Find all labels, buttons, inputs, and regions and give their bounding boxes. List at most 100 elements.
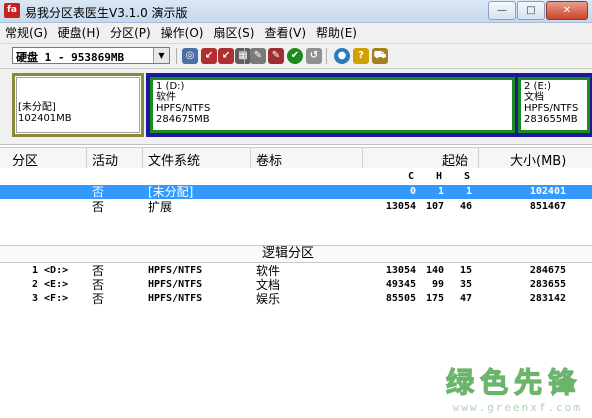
watermark-logo: 绿色先锋 [445, 365, 582, 399]
menu-disk[interactable]: 硬盘(H) [53, 23, 105, 43]
watermark: 绿色先锋 www.greenxf.com [445, 361, 582, 414]
cell-filesystem: HPFS/NTFS [148, 293, 203, 304]
cell-s: 1 [465, 186, 472, 197]
cell-h: 99 [431, 279, 444, 290]
help-icon[interactable]: ? [353, 48, 369, 64]
table-row[interactable]: 否 [未分配] 0 1 1 102401 [0, 185, 592, 199]
cell-partition: 2 <E:> [32, 279, 69, 290]
cell-s: 35 [459, 279, 472, 290]
cell-active: 否 [92, 292, 105, 306]
cell-active: 否 [92, 278, 105, 292]
app-window: fa 易我分区表医生V3.1.0 演示版 — □ ✕ 常规(G) 硬盘(H) 分… [0, 0, 592, 418]
maximize-button[interactable]: □ [517, 1, 545, 20]
chs-s-header: S [464, 171, 471, 182]
watermark-url: www.greenxf.com [452, 401, 582, 414]
map-unallocated-text: [未分配] 102401MB [18, 102, 72, 124]
app-icon: fa [4, 3, 20, 18]
map-partition-size: 283655MB [524, 114, 578, 125]
col-size[interactable]: 大小(MB) [510, 150, 566, 169]
menu-bar: 常规(G) 硬盘(H) 分区(P) 操作(O) 扇区(S) 查看(V) 帮助(E… [0, 23, 592, 44]
toolbar: 硬盘 1 - 953869MB ▼ ◎ ↙ ↙ ▦ ✎ ✎ ✔ ↺ ● ? ⛟ [0, 44, 592, 69]
window-title: 易我分区表医生V3.1.0 演示版 [25, 6, 188, 20]
close-button[interactable]: ✕ [546, 1, 588, 20]
cell-h: 175 [425, 293, 444, 304]
partition-map: [未分配] 102401MB 1 (D:) 软件 HPFS/NTFS 28467… [0, 69, 592, 145]
logical-section-title: 逻辑分区 [262, 246, 315, 261]
menu-general[interactable]: 常规(G) [0, 23, 53, 43]
cell-active: 否 [92, 185, 105, 199]
table-row[interactable]: 3 <F:> 否 HPFS/NTFS 娱乐 85505 175 47 28314… [0, 292, 592, 306]
column-divider[interactable] [478, 148, 479, 168]
window-controls: — □ ✕ [487, 1, 588, 20]
cell-size: 102401 [529, 186, 566, 197]
map-unallocated[interactable]: [未分配] 102401MB [12, 73, 144, 137]
cell-label: 娱乐 [256, 292, 281, 306]
cell-c: 85505 [385, 293, 416, 304]
title-bar[interactable]: fa 易我分区表医生V3.1.0 演示版 — □ ✕ [0, 0, 592, 23]
search-partition-icon[interactable]: ◎ [182, 48, 198, 64]
table-header: 分区 活动 文件系统 卷标 起始 大小(MB) [0, 147, 592, 169]
chevron-down-icon[interactable]: ▼ [153, 48, 169, 63]
minimize-button[interactable]: — [488, 1, 516, 20]
map-partition-size: 284675MB [156, 114, 210, 125]
col-start[interactable]: 起始 [442, 150, 468, 169]
map-unallocated-size: 102401MB [18, 113, 72, 124]
sector-icon[interactable]: ▦ [235, 48, 251, 64]
chs-c-header: C [408, 171, 415, 182]
map-partition-e[interactable]: 2 (E:) 文档 HPFS/NTFS 283655MB [518, 77, 590, 133]
menu-operation[interactable]: 操作(O) [156, 23, 209, 43]
menu-view[interactable]: 查看(V) [259, 23, 311, 43]
cell-c: 13054 [385, 265, 416, 276]
cell-size: 283655 [529, 279, 566, 290]
disk-select[interactable]: 硬盘 1 - 953869MB ▼ [12, 47, 170, 64]
col-label[interactable]: 卷标 [256, 150, 282, 169]
ok-icon[interactable]: ✔ [287, 48, 303, 64]
menu-help[interactable]: 帮助(E) [311, 23, 362, 43]
undo-icon[interactable]: ↺ [306, 48, 322, 64]
map-partition-d[interactable]: 1 (D:) 软件 HPFS/NTFS 284675MB [150, 77, 515, 133]
tool2-icon[interactable]: ✎ [268, 48, 284, 64]
col-active[interactable]: 活动 [92, 150, 118, 169]
map-partition-fs: HPFS/NTFS [524, 103, 579, 114]
col-partition[interactable]: 分区 [12, 150, 38, 169]
column-divider[interactable] [142, 148, 143, 168]
map-partition-name: 文档 [524, 92, 544, 103]
chs-header-row: C H S [0, 170, 592, 184]
map-partition-fs: HPFS/NTFS [156, 103, 211, 114]
toolbar-separator [326, 48, 327, 64]
cell-h: 1 [437, 186, 444, 197]
cell-filesystem: HPFS/NTFS [148, 279, 203, 290]
cell-label: 文档 [256, 278, 281, 292]
menu-sector[interactable]: 扇区(S) [208, 23, 259, 43]
map-partition-name: 软件 [156, 92, 176, 103]
cell-h: 140 [425, 265, 444, 276]
column-divider[interactable] [250, 148, 251, 168]
menu-partition[interactable]: 分区(P) [105, 23, 156, 43]
table-row[interactable]: 否 扩展 13054 107 46 851467 [0, 200, 592, 214]
column-divider[interactable] [362, 148, 363, 168]
cell-c: 0 [409, 186, 416, 197]
cell-c: 13054 [385, 201, 416, 212]
map-partition-number: 2 (E:) [524, 81, 552, 92]
table-row[interactable]: 1 <D:> 否 HPFS/NTFS 软件 13054 140 15 28467… [0, 264, 592, 278]
map-partition-e-text: 2 (E:) 文档 HPFS/NTFS 283655MB [524, 81, 578, 125]
cell-filesystem: HPFS/NTFS [148, 265, 203, 276]
cell-active: 否 [92, 200, 105, 214]
globe-icon[interactable]: ● [334, 48, 350, 64]
toolbar-separator [244, 48, 245, 64]
cell-partition: 1 <D:> [32, 265, 69, 276]
write2-icon[interactable]: ↙ [218, 48, 234, 64]
column-divider[interactable] [86, 148, 87, 168]
cell-partition: 3 <F:> [32, 293, 69, 304]
partition-table: C H S 否 [未分配] 0 1 1 102401 否 扩展 13054 10… [0, 168, 592, 418]
map-partition-d-text: 1 (D:) 软件 HPFS/NTFS 284675MB [156, 81, 210, 125]
chs-h-header: H [436, 171, 443, 182]
cell-active: 否 [92, 264, 105, 278]
table-row[interactable]: 2 <E:> 否 HPFS/NTFS 文档 49345 99 35 283655 [0, 278, 592, 292]
write-icon[interactable]: ↙ [201, 48, 217, 64]
cell-size: 851467 [529, 201, 566, 212]
tool-icon[interactable]: ✎ [250, 48, 266, 64]
col-filesystem[interactable]: 文件系统 [148, 150, 200, 169]
map-unallocated-label: [未分配] [18, 102, 56, 113]
cart-icon[interactable]: ⛟ [372, 48, 388, 64]
